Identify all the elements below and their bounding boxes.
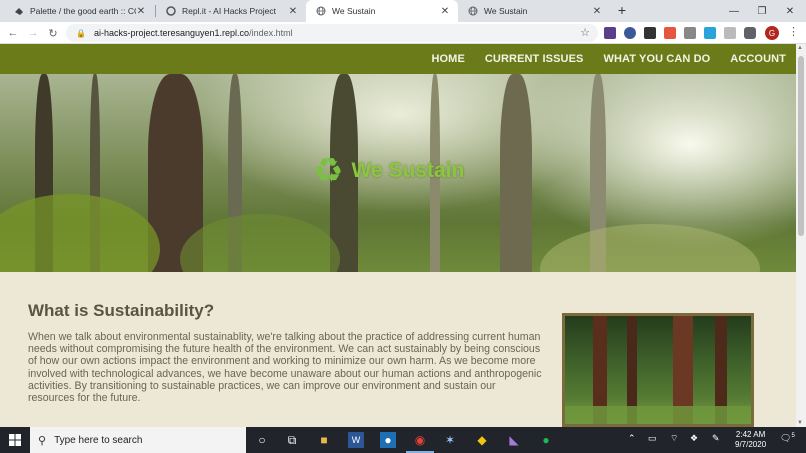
foliage [0,194,160,272]
scroll-thumb[interactable] [798,56,804,236]
tab-replit[interactable]: Repl.it - AI Hacks Project ✕ [156,0,306,22]
minimize-icon[interactable]: — [720,0,748,22]
section-paragraph: When we talk about environmental sustain… [28,331,542,405]
tab-we-sustain-active[interactable]: We Sustain ✕ [306,0,458,22]
scroll-up-arrow-icon[interactable]: ▲ [797,45,803,51]
page-scrollbar[interactable]: ▲ ▼ [796,44,806,427]
word-icon[interactable]: W [348,432,364,448]
taskbar-search-input[interactable]: ⚲ Type here to search [30,427,246,453]
cube-extension-icon[interactable] [644,27,656,39]
extension-icon[interactable] [664,27,676,39]
clock-time: 2:42 AM [735,430,766,439]
foliage [180,214,340,272]
visual-studio-icon[interactable]: ◣ [506,432,522,448]
photo-ground [565,406,751,424]
tree-trunk [500,74,532,272]
tray-chevron-icon[interactable]: ⌃ [628,433,636,444]
nav-current-issues[interactable]: CURRENT ISSUES [485,53,584,65]
task-view-icon[interactable]: ⧉ [284,432,300,448]
tab-title: We Sustain [484,6,528,16]
battery-icon[interactable]: ▭ [648,433,657,444]
spotify-icon[interactable]: ● [538,432,554,448]
git-icon[interactable]: ◆ [474,432,490,448]
snip-icon[interactable]: ✶ [442,432,458,448]
app-icon[interactable]: ● [380,432,396,448]
extension-icon[interactable] [624,27,636,39]
web-page: HOME CURRENT ISSUES WHAT YOU CAN DO ACCO… [0,44,796,427]
globe-icon [316,6,326,16]
search-icon: ⚲ [38,434,47,447]
hero-forest-banner: ♻ We Sustain [0,74,796,272]
nav-home[interactable]: HOME [431,53,464,65]
windows-taskbar: ⚲ Type here to search ○ ⧉ ■ W ● ◉ ✶ ◆ ◣ … [0,427,806,453]
close-tab-icon[interactable]: ✕ [592,6,602,17]
replit-favicon-icon [166,6,176,16]
pen-icon[interactable]: ✎ [712,433,720,444]
redwood-forest-photo [562,313,754,427]
forward-arrow-icon[interactable]: → [25,25,41,41]
new-tab-button[interactable]: + [615,2,629,18]
close-tab-icon[interactable]: ✕ [136,6,146,17]
tab-strip: Palette / the good earth :: COLOU ✕ Repl… [0,0,806,22]
tab-title: Palette / the good earth :: COLOU [30,6,136,16]
tab-we-sustain[interactable]: We Sustain ✕ [458,0,610,22]
notifications-icon[interactable]: 🗨5 [780,433,795,444]
tab-title: Repl.it - AI Hacks Project [182,6,277,16]
chrome-icon[interactable]: ◉ [412,432,428,448]
address-bar[interactable]: 🔒 ai-hacks-project.teresanguyen1.repl.co… [66,24,598,42]
palette-favicon-icon [14,6,24,16]
search-placeholder: Type here to search [54,434,143,446]
back-arrow-icon[interactable]: ← [5,25,21,41]
close-tab-icon[interactable]: ✕ [288,6,298,17]
dropbox-icon[interactable]: ❖ [690,433,698,444]
puzzle-extensions-icon[interactable] [744,27,756,39]
nav-account[interactable]: ACCOUNT [730,53,786,65]
browser-toolbar: ← → ↻ 🔒 ai-hacks-project.teresanguyen1.r… [0,22,806,44]
logo-text: We Sustain [351,159,465,182]
clock-date: 9/7/2020 [735,440,767,449]
menu-kebab-icon[interactable]: ⋮ [788,25,799,38]
scroll-down-arrow-icon[interactable]: ▼ [797,420,803,426]
bookmark-star-icon[interactable]: ☆ [580,26,590,39]
windows-start-icon[interactable] [0,427,30,453]
close-window-icon[interactable]: ✕ [776,0,804,22]
tab-palette[interactable]: Palette / the good earth :: COLOU ✕ [4,0,154,22]
foliage [540,224,760,272]
wifi-icon[interactable]: ⌔ [670,433,678,444]
extension-icon[interactable] [724,27,736,39]
about-section: What is Sustainability? When we talk abo… [0,272,796,427]
restore-icon[interactable]: ❐ [748,0,776,22]
system-clock[interactable]: 2:42 AM 9/7/2020 [735,430,766,450]
nav-what-you-can-do[interactable]: WHAT YOU CAN DO [603,53,710,65]
file-explorer-icon[interactable]: ■ [316,432,332,448]
site-logo[interactable]: ♻ We Sustain [313,154,464,188]
cortana-icon[interactable]: ○ [254,432,270,448]
tab-title: We Sustain [332,6,376,16]
section-heading: What is Sustainability? [28,301,215,320]
site-navbar: HOME CURRENT ISSUES WHAT YOU CAN DO ACCO… [0,44,796,74]
extension-icon[interactable] [604,27,616,39]
extension-icon[interactable] [704,27,716,39]
reload-icon[interactable]: ↻ [45,25,61,41]
url-text: ai-hacks-project.teresanguyen1.repl.co/i… [93,28,293,38]
lock-icon: 🔒 [76,28,86,38]
close-tab-icon[interactable]: ✕ [440,6,450,17]
grid-extension-icon[interactable] [684,27,696,39]
recycle-icon: ♻ [313,152,344,190]
profile-avatar[interactable]: G [765,26,779,40]
globe-icon [468,6,478,16]
browser-window: Palette / the good earth :: COLOU ✕ Repl… [0,0,806,453]
notification-count: 5 [791,433,795,439]
